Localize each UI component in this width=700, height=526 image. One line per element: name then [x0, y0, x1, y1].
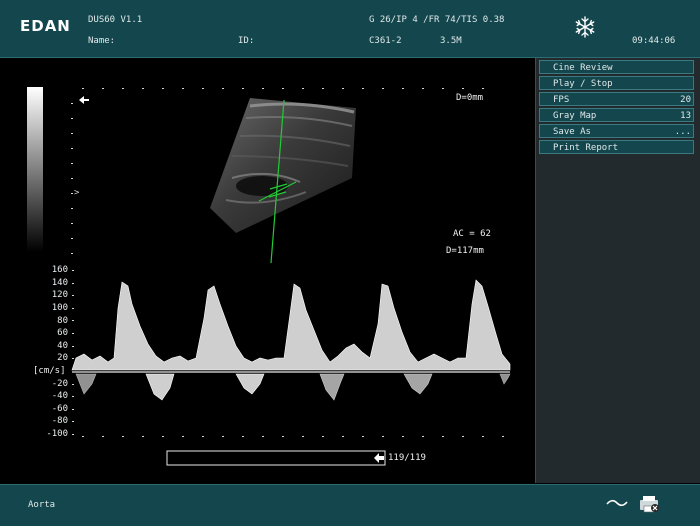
menu-save-as-label: Save As: [553, 127, 591, 137]
probe-frequency: 3.5M: [440, 36, 462, 46]
model-version: DUS60 V1.1: [88, 15, 143, 25]
depth-top-readout: D=0mm: [456, 93, 484, 103]
menu-save-as[interactable]: Save As ...: [539, 124, 694, 138]
menu-save-as-value: ...: [674, 127, 691, 137]
menu-cine-review[interactable]: Cine Review: [539, 60, 694, 74]
menu-cine-review-label: Cine Review: [553, 63, 613, 73]
spectral-axis: [72, 270, 74, 435]
velocity-tick-label: 60: [57, 328, 68, 339]
menu-play-stop-label: Play / Stop: [553, 79, 613, 89]
menu-fps-value: 20: [680, 95, 691, 105]
angle-correction-readout: AC = 62: [453, 229, 491, 239]
cine-frame-counter: 119/119: [388, 453, 426, 463]
menu-print-report[interactable]: Print Report: [539, 140, 694, 154]
menu-fps-label: FPS: [553, 95, 570, 105]
menu-play-stop[interactable]: Play / Stop: [539, 76, 694, 90]
velocity-tick-label: -80: [51, 416, 68, 427]
depth-scale: [71, 103, 73, 254]
velocity-tick-label: 80: [57, 315, 68, 326]
velocity-tick-label: -60: [51, 403, 68, 414]
menu-gray-map-label: Gray Map: [553, 111, 597, 121]
menu-print-report-label: Print Report: [553, 143, 619, 153]
velocity-tick-label: 140: [51, 277, 68, 288]
cine-progress-track: [166, 450, 386, 466]
top-status-bar: EDAN DUS60 V1.1 Name: ID: G 26/IP 4 /FR …: [0, 0, 700, 58]
velocity-tick-label: -20: [51, 378, 68, 389]
patient-name-label: Name:: [88, 36, 116, 46]
gate-depth-readout: D=117mm: [446, 246, 484, 256]
time-axis: [82, 436, 504, 437]
velocity-tick-label: -40: [51, 391, 68, 402]
grayscale-bar: [27, 87, 43, 252]
velocity-tick-label: 20: [57, 353, 68, 364]
velocity-tick-label: 40: [57, 340, 68, 351]
ultrasound-display[interactable]: > D=0mm AC = 62 D=117mm 160 140 120 100 …: [0, 58, 534, 483]
velocity-tick-label: -100: [46, 429, 68, 439]
velocity-unit: [cm/s]: [33, 366, 66, 376]
clock-time: 09:44:06: [632, 36, 676, 46]
bottom-status-bar: Aorta: [0, 484, 700, 526]
imaging-parameters: G 26/IP 4 /FR 74/TIS 0.38: [369, 15, 505, 25]
exam-type: Aorta: [28, 500, 56, 510]
menu-fps[interactable]: FPS 20: [539, 92, 694, 106]
snowflake-icon[interactable]: [574, 16, 596, 41]
cine-position-arrow-icon: [374, 453, 384, 463]
doppler-spectrum: [71, 279, 511, 401]
tilde-wave-icon: [606, 497, 628, 512]
top-ruler: [82, 88, 484, 89]
velocity-tick-label: 120: [51, 290, 68, 301]
focus-marker-icon: >: [74, 188, 80, 198]
probe-model: C361-2: [369, 36, 402, 46]
patient-id-label: ID:: [238, 36, 255, 46]
control-menu-panel: Cine Review Play / Stop FPS 20 Gray Map …: [535, 58, 700, 483]
velocity-tick-label: 100: [51, 303, 68, 313]
velocity-tick-label: 160: [51, 265, 68, 276]
printer-icon[interactable]: [638, 495, 662, 516]
menu-gray-map-value: 13: [680, 111, 691, 121]
focus-arrow-icon: [79, 96, 89, 104]
menu-gray-map[interactable]: Gray Map 13: [539, 108, 694, 122]
brand-logo: EDAN: [20, 17, 71, 35]
